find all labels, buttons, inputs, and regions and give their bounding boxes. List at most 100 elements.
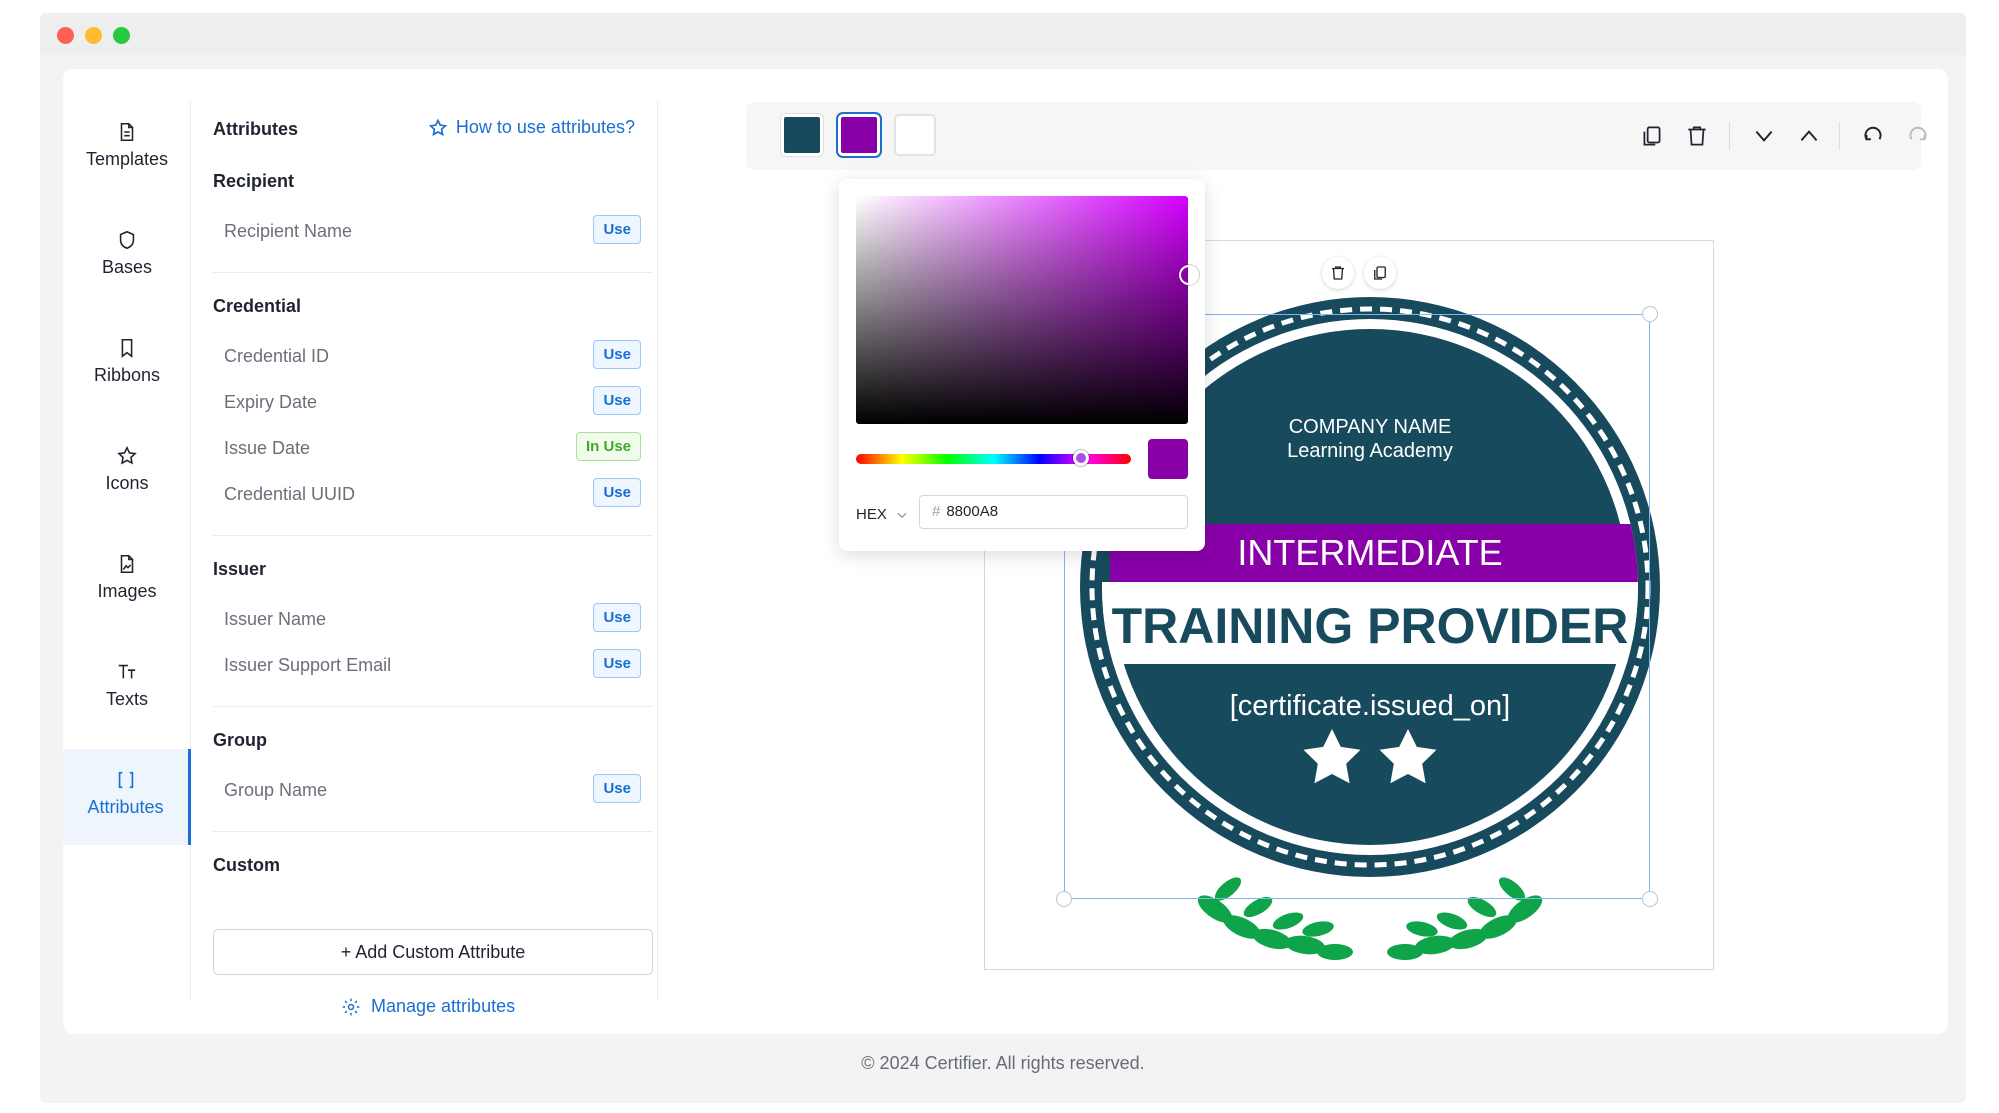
attribute-row: Issuer Support Email Use [213, 645, 653, 685]
hex-input[interactable]: #8800A8 [919, 495, 1188, 529]
text-icon [118, 664, 136, 679]
title-bar [40, 13, 1966, 55]
add-custom-attribute-button[interactable]: + Add Custom Attribute [213, 929, 653, 975]
sidebar-item-bases[interactable]: Bases [63, 209, 191, 305]
use-button[interactable]: Use [593, 478, 641, 507]
section-title-custom: Custom [213, 855, 280, 875]
section-title-credential: Credential [213, 296, 302, 316]
image-file-icon [120, 554, 134, 574]
manage-attributes-link[interactable]: Manage attributes [341, 996, 515, 1017]
toolbar-separator [1729, 122, 1730, 150]
section-title-recipient: Recipient [213, 171, 295, 191]
panel-title: Attributes [213, 119, 298, 139]
attribute-name: Expiry Date [224, 392, 318, 412]
use-button[interactable]: Use [593, 215, 641, 244]
color-format-select[interactable]: HEX [856, 506, 909, 523]
resize-handle-bottom-left[interactable] [1056, 891, 1072, 907]
star-icon [117, 445, 137, 465]
copy-icon[interactable] [1639, 123, 1665, 149]
attribute-name: Credential UUID [224, 484, 356, 504]
resize-handle-top-right[interactable] [1642, 306, 1658, 322]
sidebar-item-label: Icons [105, 473, 149, 493]
footer-copyright: © 2024 Certifier. All rights reserved. [861, 1053, 1145, 1073]
attribute-row: Credential ID Use [213, 336, 653, 376]
saturation-handle[interactable] [1179, 265, 1199, 285]
app-window: Templates Bases Ribbons Icons Images Tex… [40, 13, 1966, 1103]
document-icon [120, 122, 134, 142]
attribute-name: Issue Date [224, 438, 311, 458]
color-swatch-purple[interactable] [838, 114, 880, 156]
trash-icon[interactable] [1684, 123, 1710, 149]
attributes-panel: Attributes How to use attributes? Recipi… [213, 101, 658, 1016]
how-to-use-label: How to use attributes? [455, 117, 635, 137]
section-title-issuer: Issuer [213, 559, 267, 579]
trash-icon [1332, 266, 1344, 280]
star-icon [428, 118, 448, 136]
duplicate-element-button[interactable] [1364, 257, 1396, 289]
sidebar-item-label: Texts [105, 689, 148, 709]
use-button[interactable]: Use [593, 386, 641, 415]
undo-icon[interactable] [1860, 123, 1886, 149]
color-format-label: HEX [856, 506, 887, 523]
how-to-use-link[interactable]: How to use attributes? [428, 117, 635, 138]
sidebar-item-icons[interactable]: Icons [63, 425, 191, 521]
maximize-window-button[interactable] [113, 27, 130, 44]
editor-card: Templates Bases Ribbons Icons Images Tex… [63, 69, 1948, 1034]
sidebar-item-label: Attributes [87, 797, 164, 817]
color-preview [1148, 439, 1188, 479]
hash-prefix: # [932, 503, 941, 520]
attribute-row: Recipient Name Use [213, 211, 653, 251]
in-use-badge[interactable]: In Use [575, 432, 641, 461]
delete-element-button[interactable] [1322, 257, 1354, 289]
sidebar-item-label: Ribbons [93, 365, 161, 385]
gear-icon [342, 998, 360, 1015]
close-window-button[interactable] [57, 27, 74, 44]
attribute-row: Issue Date In Use [213, 428, 653, 468]
use-button[interactable]: Use [593, 774, 641, 803]
attribute-row: Expiry Date Use [213, 382, 653, 422]
canvas-toolbar [746, 102, 1927, 170]
sidebar-item-texts[interactable]: Texts [63, 641, 191, 737]
sidebar-item-label: Images [97, 581, 157, 601]
saturation-value-area[interactable] [856, 196, 1188, 424]
resize-handle-bottom-right[interactable] [1642, 891, 1658, 907]
hue-slider[interactable] [856, 454, 1131, 464]
manage-attributes-label: Manage attributes [371, 996, 516, 1016]
attribute-row: Issuer Name Use [213, 599, 653, 639]
attribute-name: Issuer Support Email [224, 655, 392, 675]
sidebar-item-templates[interactable]: Templates [63, 101, 191, 197]
sidebar-item-label: Bases [101, 257, 153, 277]
use-button[interactable]: Use [593, 340, 641, 369]
color-swatch-white[interactable] [894, 114, 936, 156]
sidebar-item-images[interactable]: Images [63, 533, 191, 629]
section-title-group: Group [213, 730, 267, 750]
toolbar-separator [1839, 122, 1840, 150]
divider [213, 272, 653, 273]
color-picker-popover: HEX #8800A8 [839, 179, 1205, 551]
sidebar-item-label: Templates [85, 149, 169, 169]
minimize-window-button[interactable] [85, 27, 102, 44]
divider [213, 706, 653, 707]
shield-icon [119, 230, 135, 250]
attribute-row: Credential UUID Use [213, 474, 653, 514]
use-button[interactable]: Use [593, 649, 641, 678]
use-button[interactable]: Use [593, 603, 641, 632]
attribute-name: Credential ID [224, 346, 330, 366]
hex-value: 8800A8 [946, 503, 999, 520]
copy-icon [1374, 266, 1386, 280]
redo-icon[interactable] [1905, 123, 1931, 149]
color-swatch-teal[interactable] [781, 114, 823, 156]
chevron-down-icon [897, 512, 907, 518]
bookmark-icon [121, 338, 133, 358]
attribute-name: Group Name [224, 780, 328, 800]
sidebar-nav: Templates Bases Ribbons Icons Images Tex… [63, 101, 191, 1001]
sidebar-item-ribbons[interactable]: Ribbons [63, 317, 191, 413]
selection-actions [1322, 257, 1396, 289]
attribute-name: Issuer Name [224, 609, 327, 629]
chevron-up-icon[interactable] [1796, 123, 1822, 149]
chevron-down-icon[interactable] [1751, 123, 1777, 149]
hue-slider-handle[interactable] [1073, 450, 1089, 466]
sidebar-item-attributes[interactable]: Attributes [63, 749, 191, 845]
divider [213, 535, 653, 536]
brackets-icon [118, 771, 133, 789]
